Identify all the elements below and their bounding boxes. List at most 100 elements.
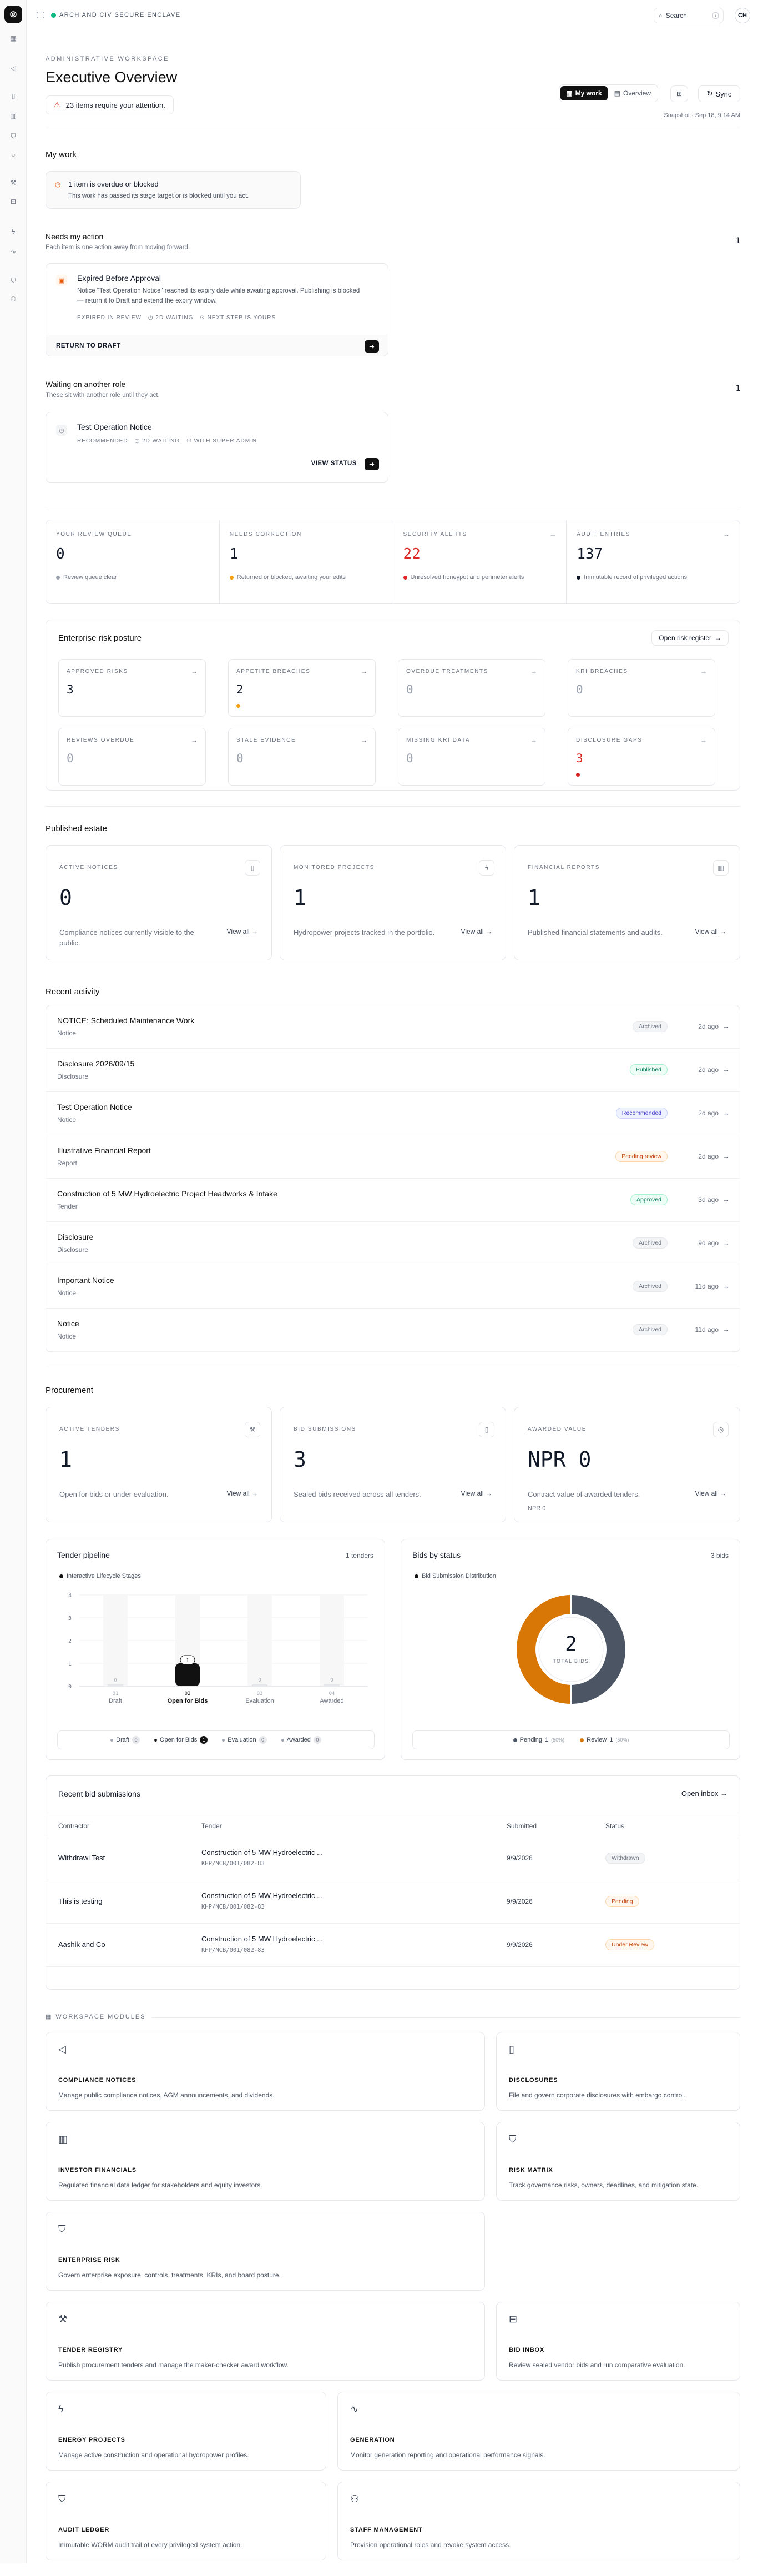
dashboard-icon[interactable]: ▦ — [9, 34, 17, 42]
action-card[interactable]: ▣ Expired Before Approval Notice "Test O… — [46, 263, 388, 356]
activity-type: Notice — [57, 1289, 77, 1297]
inbox-icon: ⊟ — [509, 2313, 518, 2325]
kpi-card[interactable]: AUDIT ENTRIES → 137 Immutable record of pri… — [566, 520, 740, 603]
module-card-tender-registry[interactable]: ⚒ TENDER REGISTRY Publish procurement tend… — [46, 2302, 485, 2381]
kpi-card[interactable]: NEEDS CORRECTION 1 Returned or blocked, aw… — [219, 520, 393, 603]
bids-chip[interactable]: Pending 1 (50%) — [513, 1737, 564, 1743]
pipeline-chip[interactable]: Evaluation 0 — [222, 1736, 267, 1744]
risk-tile-label: MISSING KRI DATA — [406, 737, 471, 743]
module-card-energy-projects[interactable]: ϟ ENERGY PROJECTS Manage active constructi… — [46, 2392, 326, 2471]
activity-row[interactable]: Disclosure 2026/09/15 Disclosure Published… — [46, 1049, 740, 1092]
module-card-bid-inbox[interactable]: ⊟ BID INBOX Review sealed vendor bids and … — [496, 2302, 740, 2381]
module-card-staff-management[interactable]: ⚇ STAFF MANAGEMENT Provision operational r… — [337, 2482, 740, 2560]
open-inbox-link[interactable]: Open inbox → — [681, 1789, 727, 1798]
stat-card[interactable]: MONITORED PROJECTS ϟ 1 Hydropower projects … — [280, 845, 506, 960]
pipeline-chip[interactable]: Draft 0 — [110, 1736, 140, 1744]
tab-my-work[interactable]: ▦ My work — [560, 86, 608, 100]
module-card-disclosures[interactable]: ▯ DISCLOSURES File and govern corporate di… — [496, 2032, 740, 2111]
action-footer: RETURN TO DRAFT ➜ — [46, 335, 388, 356]
view-status-link[interactable]: VIEW STATUS — [311, 460, 357, 467]
bar-chart-icon[interactable]: ▥ — [9, 112, 17, 120]
bolt-icon[interactable]: ϟ — [9, 228, 17, 235]
table-row[interactable]: This is testing Construction of 5 MW Hydr… — [46, 1880, 740, 1924]
module-card-compliance-notices[interactable]: ◁ COMPLIANCE NOTICES Manage public complia… — [46, 2032, 485, 2111]
gavel-icon[interactable]: ⚒ — [9, 179, 17, 187]
table-row[interactable]: Withdrawl Test Construction of 5 MW Hydro… — [46, 1837, 740, 1880]
activity-row[interactable]: Illustrative Financial Report Report Pendi… — [46, 1135, 740, 1179]
view-all-link[interactable]: View all → — [695, 1490, 726, 1497]
risk-tile[interactable]: APPROVED RISKS → 3 — [58, 659, 206, 717]
risk-tile[interactable]: DISCLOSURE GAPS → 3 — [568, 728, 715, 786]
risk-tile[interactable]: REVIEWS OVERDUE → 0 — [58, 728, 206, 786]
risk-tile[interactable]: OVERDUE TREATMENTS → 0 — [398, 659, 545, 717]
pipeline-chip[interactable]: Open for Bids 1 — [154, 1736, 208, 1744]
view-all-link[interactable]: View all → — [227, 928, 258, 935]
bar[interactable] — [252, 1684, 267, 1686]
arrow-right-icon[interactable]: → — [549, 530, 556, 538]
stat-value: 0 — [59, 886, 72, 910]
document-icon[interactable]: ▯ — [9, 92, 17, 100]
overdue-card[interactable]: ◷ 1 item is overdue or blocked This work… — [46, 171, 301, 209]
stat-card[interactable]: BID SUBMISSIONS ▯ 3 Sealed bids received ac… — [280, 1407, 506, 1522]
arrow-right-icon[interactable]: → — [723, 530, 730, 538]
shield-icon[interactable]: ⛉ — [9, 132, 17, 140]
open-risk-register-button[interactable]: Open risk register → — [651, 630, 729, 646]
tab-overview[interactable]: ▤ Overview — [609, 86, 656, 100]
shield-icon[interactable]: ○ — [9, 151, 17, 159]
arrow-right-icon[interactable]: ➜ — [365, 458, 379, 470]
bids-legend: Bid Submission Distribution — [415, 1573, 496, 1579]
module-card-investor-financials[interactable]: ▥ INVESTOR FINANCIALS Regulated financial … — [46, 2122, 485, 2201]
users-icon[interactable]: ⚇ — [9, 295, 17, 303]
bids-chip[interactable]: Review 1 (50%) — [580, 1737, 629, 1743]
shield-icon[interactable]: ⛉ — [9, 276, 17, 284]
view-all-link[interactable]: View all → — [695, 928, 726, 935]
sidebar-toggle-icon[interactable] — [37, 12, 44, 18]
attention-alert[interactable]: ⚠ 23 items require your attention. — [46, 95, 174, 114]
arrow-right-icon: → — [722, 1325, 730, 1334]
activity-icon[interactable]: ∿ — [9, 248, 17, 255]
stat-card[interactable]: ACTIVE NOTICES ▯ 0 Compliance notices curre… — [46, 845, 272, 960]
tender-cell: Construction of 5 MW Hydroelectric ... — [201, 1935, 323, 1943]
kpi-card[interactable]: SECURITY ALERTS → 22 Unresolved honeypot an… — [392, 520, 567, 603]
bar[interactable] — [324, 1684, 340, 1686]
table-row[interactable]: Aashik and Co Construction of 5 MW Hydroe… — [46, 1924, 740, 1967]
module-card-generation[interactable]: ∿ GENERATION Monitor generation reporting … — [337, 2392, 740, 2471]
module-card-risk-matrix[interactable]: ⛉ RISK MATRIX Track governance risks, owne… — [496, 2122, 740, 2201]
kpi-card[interactable]: YOUR REVIEW QUEUE 0 Review queue clear — [46, 520, 219, 603]
stat-card[interactable]: FINANCIAL REPORTS ▥ 1 Published financial s… — [514, 845, 740, 960]
layout-grid-button[interactable]: ⊞ — [670, 85, 688, 102]
app-logo[interactable]: ⦾ — [4, 6, 22, 23]
inbox-icon[interactable]: ⊟ — [9, 198, 17, 205]
megaphone-icon[interactable]: ◁ — [9, 64, 17, 72]
activity-row[interactable]: Important Notice Notice Archived 11d ago → — [46, 1265, 740, 1309]
module-card-enterprise-risk[interactable]: ⛉ ENTERPRISE RISK Govern enterprise exposu… — [46, 2212, 485, 2291]
sync-button[interactable]: ↻ Sync — [698, 85, 740, 102]
risk-tile[interactable]: MISSING KRI DATA → 0 — [398, 728, 545, 786]
activity-row[interactable]: Notice Notice Archived 11d ago → — [46, 1309, 740, 1352]
view-all-link[interactable]: View all → — [461, 1490, 492, 1497]
risk-tile[interactable]: KRI BREACHES → 0 — [568, 659, 715, 717]
arrow-right-icon[interactable]: ➜ — [365, 340, 379, 353]
bar[interactable] — [108, 1684, 123, 1686]
view-all-link[interactable]: View all → — [461, 928, 492, 935]
stat-card[interactable]: AWARDED VALUE ◎ NPR 0 Contract value of awa… — [514, 1407, 740, 1522]
activity-row[interactable]: NOTICE: Scheduled Maintenance Work Notice… — [46, 1005, 740, 1049]
stat-card[interactable]: ACTIVE TENDERS ⚒ 1 Open for bids or under e… — [46, 1407, 272, 1522]
activity-row[interactable]: Construction of 5 MW Hydroelectric Proje… — [46, 1179, 740, 1222]
risk-tile[interactable]: APPETITE BREACHES → 2 — [228, 659, 376, 717]
chip-dot — [513, 1738, 517, 1742]
activity-row[interactable]: Test Operation Notice Notice Recommended 2d… — [46, 1092, 740, 1135]
pipeline-chip[interactable]: Awarded 0 — [281, 1736, 321, 1744]
risk-tile[interactable]: STALE EVIDENCE → 0 — [228, 728, 376, 786]
module-card-audit-ledger[interactable]: ⛉ AUDIT LEDGER Immutable WORM audit trail … — [46, 2482, 326, 2560]
avatar[interactable]: CH — [735, 8, 750, 23]
activity-row[interactable]: Disclosure Disclosure Archived 9d ago → — [46, 1222, 740, 1265]
bar[interactable] — [175, 1663, 200, 1686]
view-all-link[interactable]: View all → — [227, 1490, 258, 1497]
clock-icon: ◷ — [56, 425, 67, 436]
waiting-card[interactable]: ◷ Test Operation Notice RECOMMENDED ◷ 2D… — [46, 412, 388, 483]
search-icon: ⌕ — [659, 11, 663, 19]
return-to-draft-link[interactable]: RETURN TO DRAFT — [56, 343, 121, 349]
search-button[interactable]: ⌕ Search / — [654, 8, 724, 23]
section-title-my-work: My work — [46, 150, 77, 159]
